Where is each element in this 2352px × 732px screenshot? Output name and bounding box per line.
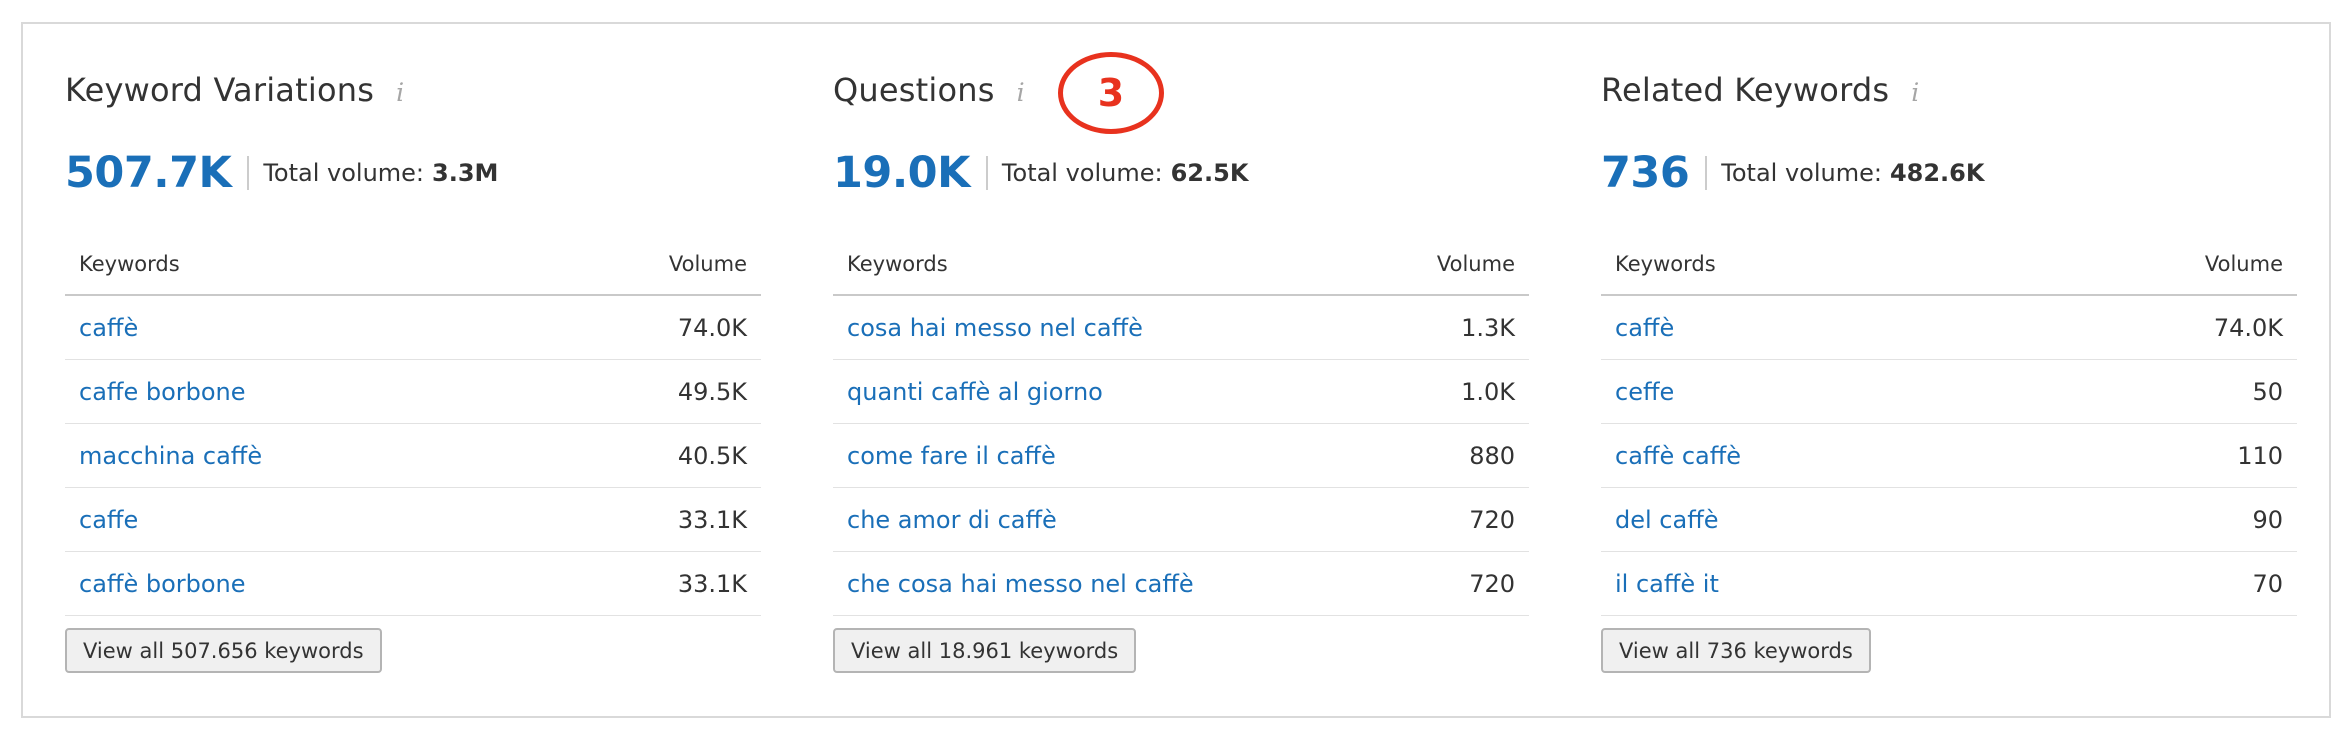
- panel-title-wrap: Keyword Variations i: [65, 68, 404, 112]
- table-row: caffè 74.0K: [1601, 296, 2297, 360]
- table-row: ceffe 50: [1601, 360, 2297, 424]
- total-volume-label: Total volume:: [1721, 159, 1882, 187]
- info-icon[interactable]: i: [1017, 80, 1025, 105]
- column-header-keywords: Keywords: [1615, 252, 1716, 276]
- total-volume-value: 482.6K: [1889, 159, 1985, 187]
- table-row: caffè caffè 110: [1601, 424, 2297, 488]
- column-header-keywords: Keywords: [79, 252, 180, 276]
- table-row: caffe 33.1K: [65, 488, 761, 552]
- panel-related-keywords: Related Keywords i 736 Total volume: 482…: [1601, 24, 2297, 716]
- table-row: caffè borbone 33.1K: [65, 552, 761, 616]
- stat-divider: [247, 156, 250, 190]
- stat-divider: [1705, 156, 1708, 190]
- keyword-link[interactable]: caffè caffè: [1615, 442, 1741, 470]
- total-volume-label: Total volume:: [1001, 159, 1163, 187]
- keyword-volume: 720: [1469, 569, 1515, 598]
- keyword-link[interactable]: il caffè it: [1615, 570, 1719, 598]
- table-row: macchina caffè 40.5K: [65, 424, 761, 488]
- table-header: Keywords Volume: [833, 234, 1529, 296]
- keyword-volume: 74.0K: [2213, 313, 2283, 342]
- stat-divider: [985, 156, 988, 190]
- keyword-overview-widget: Keyword Variations i 507.7K Total volume…: [21, 22, 2331, 718]
- keyword-link[interactable]: quanti caffè al giorno: [847, 378, 1103, 406]
- info-icon[interactable]: i: [1911, 80, 1919, 105]
- stats-row: 507.7K Total volume: 3.3M: [65, 138, 498, 208]
- column-header-volume: Volume: [2204, 252, 2283, 276]
- keyword-link[interactable]: macchina caffè: [79, 442, 262, 470]
- keyword-link[interactable]: che amor di caffè: [847, 506, 1057, 534]
- keyword-table: Keywords Volume caffè 74.0K caffe borbon…: [65, 234, 761, 616]
- keyword-volume: 33.1K: [677, 505, 747, 534]
- view-all-button[interactable]: View all 736 keywords: [1601, 628, 1871, 673]
- total-volume-value: 3.3M: [432, 159, 499, 187]
- keyword-link[interactable]: caffe: [79, 506, 138, 534]
- annotation-marker: 3: [1058, 52, 1164, 134]
- panel-title: Keyword Variations: [65, 71, 375, 109]
- keyword-count: 736: [1601, 148, 1690, 198]
- keyword-volume: 880: [1469, 441, 1515, 470]
- total-volume-value: 62.5K: [1170, 159, 1249, 187]
- panel-title-wrap: Related Keywords i: [1601, 68, 1919, 112]
- column-header-keywords: Keywords: [847, 252, 948, 276]
- keyword-volume: 1.0K: [1461, 377, 1515, 406]
- keyword-volume: 40.5K: [677, 441, 747, 470]
- keyword-table: Keywords Volume caffè 74.0K ceffe 50 caf…: [1601, 234, 2297, 616]
- table-row: cosa hai messo nel caffè 1.3K: [833, 296, 1529, 360]
- keyword-volume: 74.0K: [677, 313, 747, 342]
- keyword-volume: 720: [1469, 505, 1515, 534]
- keyword-volume: 1.3K: [1461, 313, 1515, 342]
- table-row: che cosa hai messo nel caffè 720: [833, 552, 1529, 616]
- keyword-link[interactable]: caffè: [79, 314, 138, 342]
- panel-title-wrap: Questions i: [833, 68, 1025, 112]
- table-row: il caffè it 70: [1601, 552, 2297, 616]
- keyword-link[interactable]: caffe borbone: [79, 378, 246, 406]
- keyword-link[interactable]: caffè: [1615, 314, 1674, 342]
- column-header-volume: Volume: [668, 252, 747, 276]
- stats-row: 736 Total volume: 482.6K: [1601, 138, 1984, 208]
- table-row: caffè 74.0K: [65, 296, 761, 360]
- panel-questions: Questions i 19.0K Total volume: 62.5K Ke…: [833, 24, 1529, 716]
- keyword-table: Keywords Volume cosa hai messo nel caffè…: [833, 234, 1529, 616]
- view-all-button[interactable]: View all 507.656 keywords: [65, 628, 382, 673]
- keyword-volume: 50: [2252, 377, 2283, 406]
- table-row: che amor di caffè 720: [833, 488, 1529, 552]
- keyword-volume: 33.1K: [677, 569, 747, 598]
- view-all-button[interactable]: View all 18.961 keywords: [833, 628, 1137, 673]
- keyword-volume: 49.5K: [677, 377, 747, 406]
- column-header-volume: Volume: [1436, 252, 1515, 276]
- table-header: Keywords Volume: [1601, 234, 2297, 296]
- keyword-count: 507.7K: [65, 148, 232, 198]
- keyword-link[interactable]: cosa hai messo nel caffè: [847, 314, 1143, 342]
- table-row: del caffè 90: [1601, 488, 2297, 552]
- keyword-link[interactable]: ceffe: [1615, 378, 1674, 406]
- panel-title: Questions: [833, 71, 995, 109]
- panel-keyword-variations: Keyword Variations i 507.7K Total volume…: [65, 24, 761, 716]
- panel-title: Related Keywords: [1601, 71, 1890, 109]
- table-row: come fare il caffè 880: [833, 424, 1529, 488]
- keyword-link[interactable]: che cosa hai messo nel caffè: [847, 570, 1194, 598]
- table-row: quanti caffè al giorno 1.0K: [833, 360, 1529, 424]
- table-header: Keywords Volume: [65, 234, 761, 296]
- keyword-link[interactable]: del caffè: [1615, 506, 1719, 534]
- table-row: caffe borbone 49.5K: [65, 360, 761, 424]
- keyword-count: 19.0K: [833, 148, 970, 198]
- total-volume-label: Total volume:: [263, 159, 425, 187]
- stats-row: 19.0K Total volume: 62.5K: [833, 138, 1248, 208]
- keyword-link[interactable]: caffè borbone: [79, 570, 246, 598]
- keyword-volume: 110: [2237, 441, 2283, 470]
- keyword-link[interactable]: come fare il caffè: [847, 442, 1056, 470]
- keyword-volume: 90: [2252, 505, 2283, 534]
- info-icon[interactable]: i: [396, 80, 404, 105]
- keyword-volume: 70: [2252, 569, 2283, 598]
